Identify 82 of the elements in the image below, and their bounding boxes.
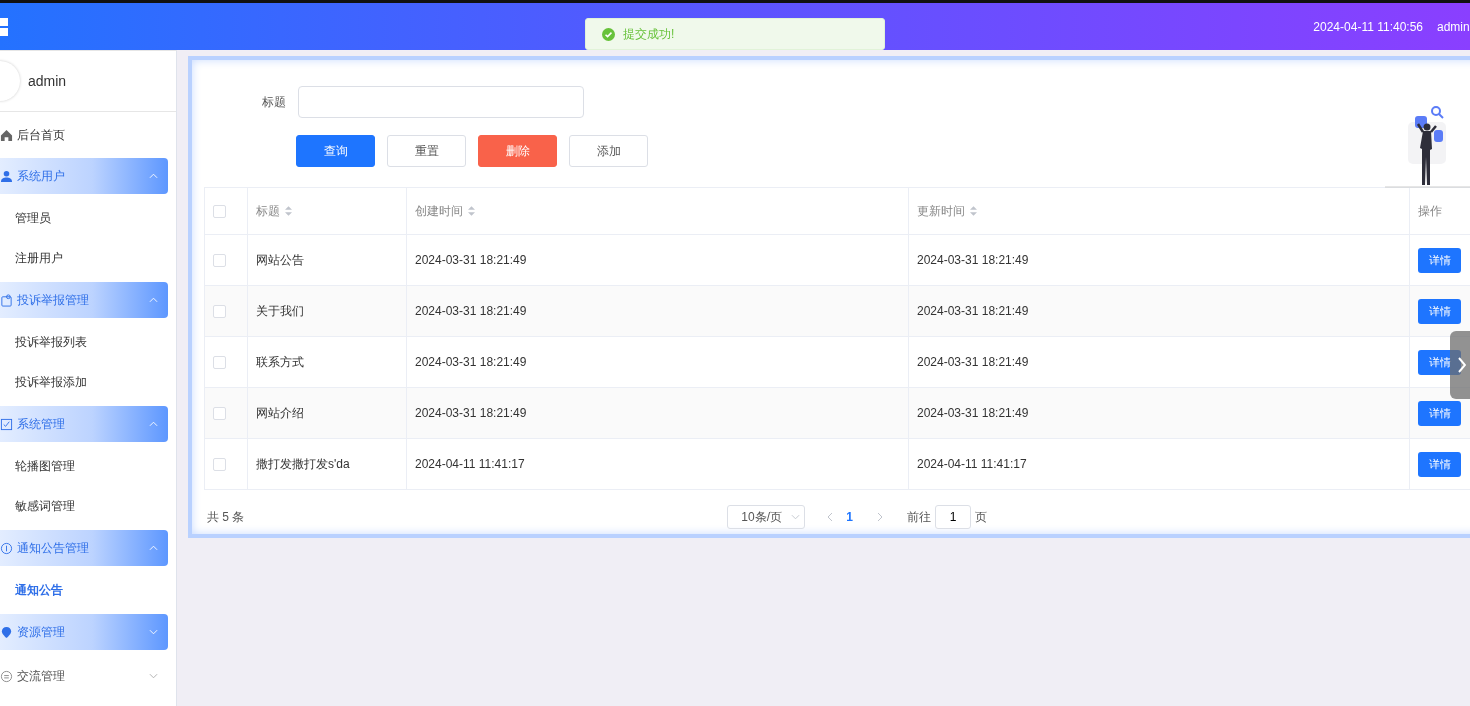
chevron-down-icon xyxy=(791,514,801,520)
table-cell: 联系方式 xyxy=(256,354,304,369)
user-name: admin xyxy=(28,73,67,89)
chevron-up-icon xyxy=(149,297,158,303)
row-checkbox[interactable] xyxy=(213,254,226,268)
column-header[interactable]: 更新时间 xyxy=(917,203,965,218)
chevron-down-icon xyxy=(149,673,158,679)
table-cell: 2024-03-31 18:21:49 xyxy=(415,355,527,369)
menu-group[interactable]: 系统管理 xyxy=(0,406,168,442)
table-cell: 2024-03-31 18:21:49 xyxy=(415,304,527,318)
column-header[interactable]: 创建时间 xyxy=(415,203,463,218)
clipboard-icon xyxy=(0,293,13,307)
info-icon xyxy=(0,541,13,555)
table-cell: 2024-03-31 18:21:49 xyxy=(917,304,1029,318)
user-name[interactable]: admin xyxy=(1437,19,1470,34)
table-cell: 2024-03-31 18:21:49 xyxy=(415,406,527,420)
chevron-right-icon xyxy=(1458,357,1466,373)
sort-icon xyxy=(468,206,475,217)
user-icon xyxy=(0,169,13,183)
sort-icon xyxy=(285,206,292,217)
previous-page-icon[interactable] xyxy=(827,512,834,522)
table-cell: 网站公告 xyxy=(256,252,304,267)
chat-icon xyxy=(0,669,13,683)
table-cell: 2024-03-31 18:21:49 xyxy=(415,253,527,267)
action-button[interactable]: 查询 xyxy=(296,135,375,167)
row-checkbox[interactable] xyxy=(213,305,226,319)
submenu-item[interactable]: 敏感词管理 xyxy=(0,486,176,526)
chevron-up-icon xyxy=(149,545,158,551)
page-size-select[interactable]: 10条/页 xyxy=(727,505,806,529)
menu-group[interactable]: 通知公告管理 xyxy=(0,530,168,566)
action-button[interactable]: 重置 xyxy=(387,135,466,167)
table-cell: 撒打发撒打发s'da xyxy=(256,456,350,471)
page-number[interactable]: 1 xyxy=(846,510,854,524)
side-panel-handle[interactable] xyxy=(1450,331,1470,399)
menu-group[interactable]: 资源管理 xyxy=(0,614,168,650)
menu-icon[interactable] xyxy=(0,17,9,36)
column-header[interactable]: 标题 xyxy=(256,203,280,218)
toast-message: 提交成功! xyxy=(623,25,675,43)
page-number-input[interactable]: 1 xyxy=(935,505,972,529)
next-page-icon[interactable] xyxy=(877,512,884,522)
detail-button[interactable]: 详情 xyxy=(1418,247,1461,273)
submenu-item[interactable]: 投诉举报添加 xyxy=(0,362,176,402)
menu-group[interactable]: 系统用户 xyxy=(0,158,168,194)
submenu-item[interactable]: 轮播图管理 xyxy=(0,446,176,486)
detail-button[interactable]: 详情 xyxy=(1418,400,1461,426)
detail-button[interactable]: 详情 xyxy=(1418,451,1461,477)
goto-label: 前往 xyxy=(907,508,932,526)
menu-group[interactable]: 投诉举报管理 xyxy=(0,282,168,318)
detail-button[interactable]: 详情 xyxy=(1418,298,1461,324)
submenu-item[interactable]: 通知公告 xyxy=(0,570,176,610)
row-checkbox[interactable] xyxy=(213,458,226,472)
title-input[interactable] xyxy=(298,86,584,118)
page-unit-label: 页 xyxy=(975,508,988,526)
menu-group[interactable]: 交流管理 xyxy=(0,658,168,694)
checkbox-icon xyxy=(0,417,13,431)
chevron-up-icon xyxy=(149,173,158,179)
submenu-item[interactable]: 投诉举报列表 xyxy=(0,322,176,362)
pin-icon xyxy=(0,625,13,639)
total-count: 共 5 条 xyxy=(207,508,245,526)
table-cell: 2024-03-31 18:21:49 xyxy=(917,355,1029,369)
table-cell: 2024-04-11 11:41:17 xyxy=(917,457,1027,471)
home-icon xyxy=(0,128,13,142)
chevron-up-icon xyxy=(149,421,158,427)
submenu-item[interactable]: 注册用户 xyxy=(0,238,176,278)
column-header: 操作 xyxy=(1418,203,1442,218)
check-circle-icon xyxy=(602,27,615,41)
row-checkbox[interactable] xyxy=(213,407,226,421)
table-cell: 网站介绍 xyxy=(256,405,304,420)
table-cell: 2024-04-11 11:41:17 xyxy=(415,457,525,471)
field-label: 标题 xyxy=(262,93,286,111)
select-all-checkbox[interactable] xyxy=(213,205,226,219)
table-cell: 关于我们 xyxy=(256,303,304,318)
chevron-down-icon xyxy=(149,629,158,635)
action-button[interactable]: 添加 xyxy=(569,135,648,167)
row-checkbox[interactable] xyxy=(213,356,226,370)
submenu-item[interactable]: 管理员 xyxy=(0,198,176,238)
menu-item[interactable]: 后台首页 xyxy=(0,116,176,154)
table-cell: 2024-03-31 18:21:49 xyxy=(917,253,1029,267)
sort-icon xyxy=(970,206,977,217)
action-button[interactable]: 删除 xyxy=(478,135,557,167)
table-cell: 2024-03-31 18:21:49 xyxy=(917,406,1029,420)
datetime-text: 2024-04-11 11:40:56 xyxy=(1313,19,1423,34)
